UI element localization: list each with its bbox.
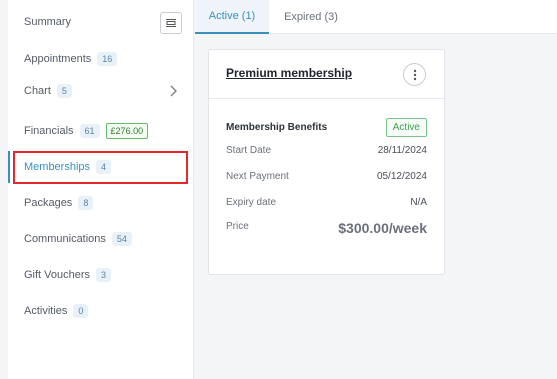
field-label: Expiry date (226, 196, 277, 208)
sidebar-item-label: Activities (24, 305, 68, 317)
next-payment-row: Next Payment 05/12/2024 (226, 166, 427, 186)
sidebar-item-label: Chart (24, 85, 51, 97)
count-badge: 54 (111, 232, 132, 246)
sidebar-item-label: Gift Vouchers (24, 269, 91, 281)
more-options-button[interactable] (403, 63, 426, 86)
highlight-annotation (13, 151, 188, 184)
field-value: 28/11/2024 (377, 144, 427, 156)
field-value: N/A (410, 196, 427, 208)
sidebar-item-communications[interactable]: Communications 54 (8, 227, 194, 251)
chart-expand-chevron[interactable] (166, 84, 180, 98)
membership-title-link[interactable]: Premium membership (226, 66, 352, 80)
count-badge: 5 (56, 84, 72, 98)
collapse-sidebar-button[interactable] (160, 12, 182, 34)
sidebar-item-appointments[interactable]: Appointments 16 (8, 47, 194, 71)
sidebar-item-activities[interactable]: Activities 0 (8, 299, 194, 323)
sidebar-item-financials[interactable]: Financials 61 £276.00 (8, 119, 194, 143)
field-value: 05/12/2024 (376, 170, 427, 182)
count-badge: 0 (73, 304, 89, 318)
field-label: Start Date (226, 144, 272, 156)
more-vertical-icon (413, 69, 416, 80)
sidebar-item-gift-vouchers[interactable]: Gift Vouchers 3 (8, 263, 194, 287)
count-badge: 3 (96, 268, 112, 282)
chevron-right-icon (170, 85, 177, 97)
price-value: $300.00/week (338, 220, 427, 236)
price-label: Price (226, 221, 249, 232)
sidebar-item-label: Financials (24, 125, 74, 137)
membership-benefits-row: Membership Benefits Active (226, 114, 427, 140)
sidebar: Summary Appointments 16 Chart 5 Financia… (8, 0, 194, 379)
sidebar-item-packages[interactable]: Packages 8 (8, 191, 194, 215)
status-badge: Active (385, 117, 427, 137)
membership-card: Premium membership Membership Benefits A… (208, 49, 445, 275)
tab-active[interactable]: Active (1) (195, 0, 269, 34)
tab-expired[interactable]: Expired (3) (275, 0, 347, 34)
field-label: Next Payment (226, 170, 289, 182)
count-badge: 61 (79, 124, 100, 138)
sidebar-item-label: Communications (24, 233, 106, 245)
benefits-label: Membership Benefits (226, 121, 328, 133)
start-date-row: Start Date 28/11/2024 (226, 140, 427, 160)
sidebar-item-label: Appointments (24, 53, 92, 65)
count-badge: 8 (78, 196, 94, 210)
card-divider (209, 98, 444, 99)
balance-badge: £276.00 (105, 123, 149, 139)
price-row: Price $300.00/week (226, 220, 427, 244)
membership-tabs: Active (1) Expired (3) (195, 0, 557, 34)
collapse-sidebar-icon (166, 19, 176, 27)
count-badge: 16 (97, 52, 118, 66)
sidebar-item-label: Summary (24, 16, 72, 28)
sidebar-item-label: Packages (24, 197, 73, 209)
expiry-date-row: Expiry date N/A (226, 192, 427, 212)
